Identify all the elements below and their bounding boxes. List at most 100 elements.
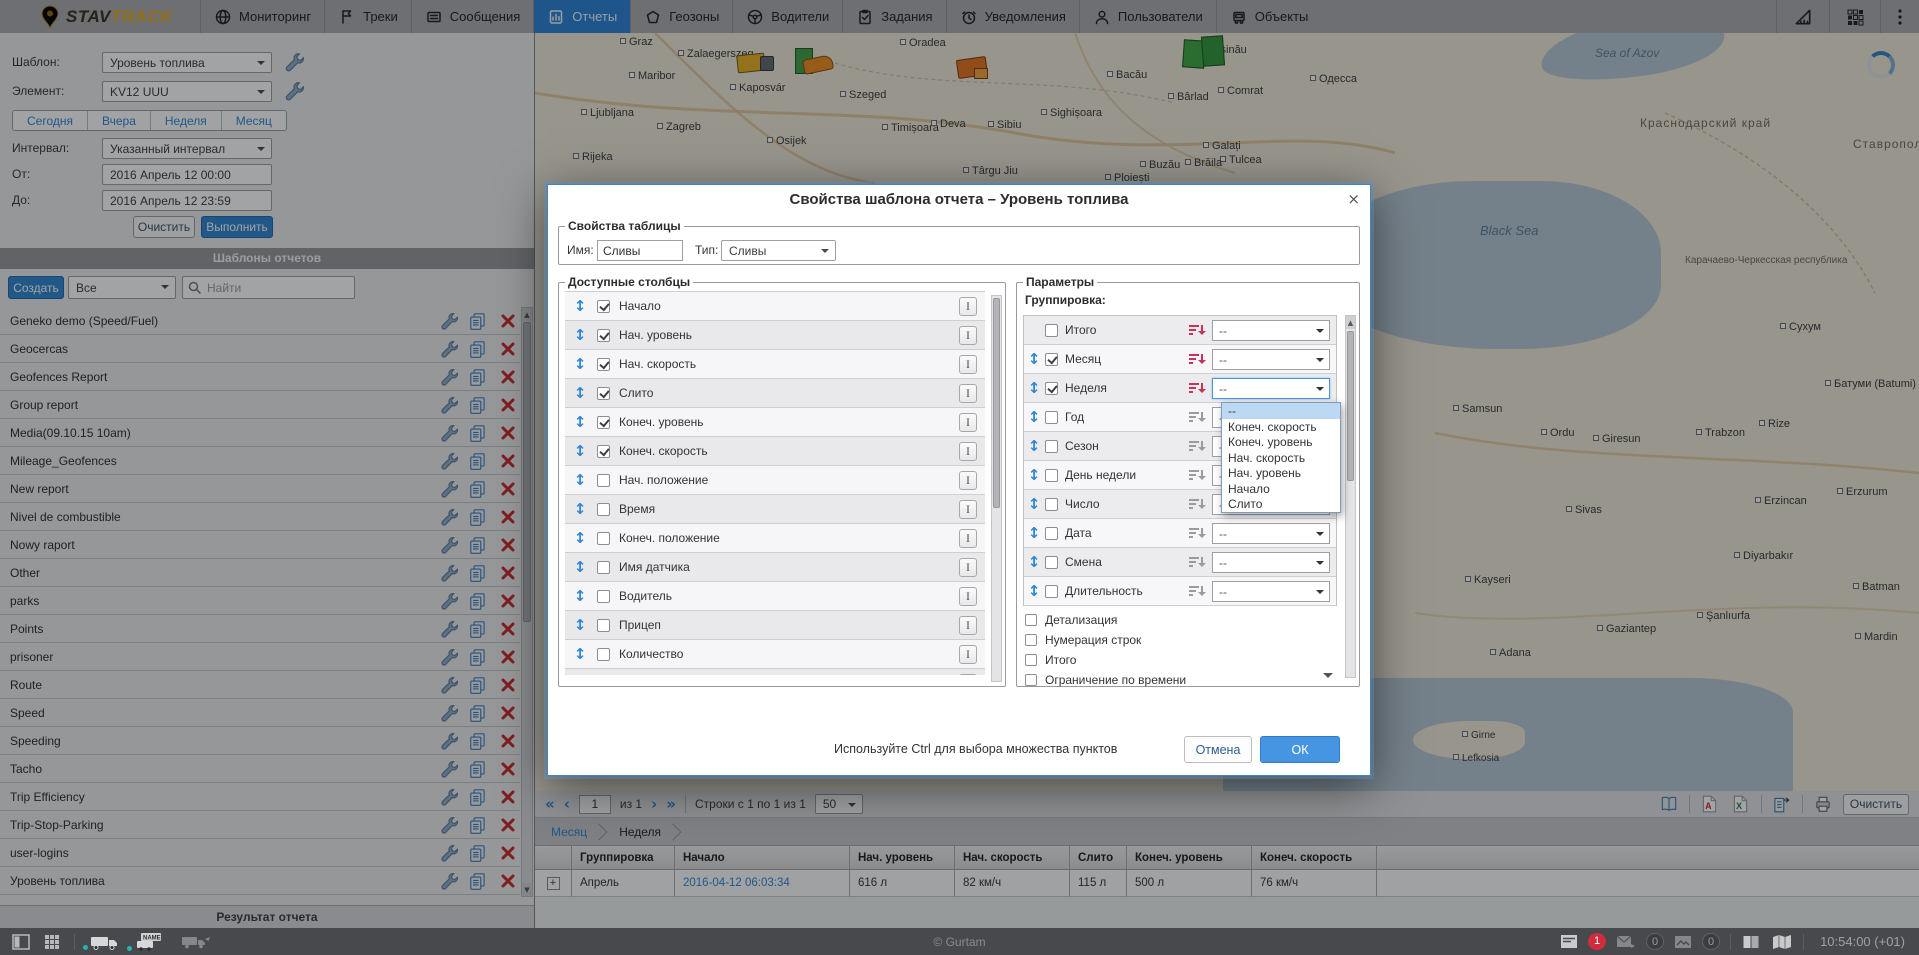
sort-order-icon[interactable] [1189, 324, 1206, 338]
rename-column-button[interactable]: I [959, 355, 977, 374]
column-checkbox[interactable] [597, 300, 610, 313]
move-updown-icon[interactable] [573, 529, 587, 547]
move-updown-icon[interactable] [573, 442, 587, 460]
move-updown-icon[interactable] [1027, 466, 1041, 484]
column-row[interactable]: Слито I [565, 379, 985, 408]
rename-column-button[interactable]: I [959, 442, 977, 461]
move-updown-icon[interactable] [573, 587, 587, 605]
rename-column-button[interactable]: I [959, 413, 977, 432]
grouping-checkbox[interactable] [1045, 411, 1058, 424]
dropdown-option[interactable]: Нач. скорость [1222, 450, 1340, 466]
move-updown-icon[interactable] [1027, 379, 1041, 397]
extra-option-row[interactable]: Ограничение по времени [1025, 671, 1333, 689]
grouping-row[interactable]: Длительность -- [1024, 577, 1336, 606]
column-checkbox[interactable] [597, 503, 610, 516]
sort-order-icon[interactable] [1189, 469, 1206, 483]
map-source-icon[interactable] [1771, 934, 1793, 950]
move-updown-icon[interactable] [573, 500, 587, 518]
move-updown-icon[interactable] [573, 674, 587, 675]
sort-order-icon[interactable] [1189, 498, 1206, 512]
column-row[interactable]: Водитель I [565, 582, 985, 611]
grouping-sort-select[interactable]: -- [1212, 581, 1330, 602]
dropdown-option[interactable]: Начало [1222, 481, 1340, 497]
grouping-checkbox[interactable] [1045, 440, 1058, 453]
move-updown-icon[interactable] [573, 413, 587, 431]
dropdown-option[interactable]: Слито [1222, 496, 1340, 512]
extra-option-row[interactable]: Детализация [1025, 611, 1333, 629]
move-updown-icon[interactable] [1027, 553, 1041, 571]
column-row[interactable]: Конеч. уровень I [565, 408, 985, 437]
grouping-sort-select[interactable]: -- [1212, 523, 1330, 544]
grouping-row[interactable]: Месяц -- [1024, 345, 1336, 374]
column-row[interactable]: Прицеп I [565, 611, 985, 640]
grouping-checkbox[interactable] [1045, 527, 1058, 540]
ok-button[interactable]: ОК [1260, 736, 1340, 763]
rename-column-button[interactable]: I [959, 471, 977, 490]
move-updown-icon[interactable] [573, 616, 587, 634]
column-checkbox[interactable] [597, 329, 610, 342]
column-row[interactable]: Конеч. положение I [565, 524, 985, 553]
driver-messages-icon[interactable] [1616, 935, 1636, 949]
column-checkbox[interactable] [597, 416, 610, 429]
grouping-checkbox[interactable] [1045, 585, 1058, 598]
extra-option-row[interactable]: Итого [1025, 651, 1333, 669]
move-updown-icon[interactable] [1027, 524, 1041, 542]
move-updown-icon[interactable] [573, 326, 587, 344]
rename-column-button[interactable]: I [959, 500, 977, 519]
column-checkbox[interactable] [597, 474, 610, 487]
sort-order-icon[interactable] [1189, 411, 1206, 425]
dropdown-option[interactable]: Конеч. скорость [1222, 419, 1340, 435]
extra-option-checkbox[interactable] [1025, 654, 1037, 666]
column-checkbox[interactable] [597, 648, 610, 661]
grouping-checkbox[interactable] [1045, 382, 1058, 395]
column-checkbox[interactable] [597, 561, 610, 574]
column-checkbox[interactable] [597, 387, 610, 400]
column-row[interactable]: Время I [565, 495, 985, 524]
scroll-up-icon[interactable]: ▲ [1346, 316, 1355, 329]
column-checkbox[interactable] [597, 532, 610, 545]
extra-option-checkbox[interactable] [1025, 634, 1037, 646]
dropdown-option[interactable]: -- [1222, 403, 1340, 419]
move-updown-icon[interactable] [573, 645, 587, 663]
notifications-log-icon[interactable] [1560, 934, 1578, 949]
grouping-row[interactable]: Смена -- [1024, 548, 1336, 577]
table-type-select[interactable]: Сливы [721, 240, 836, 261]
grouping-checkbox[interactable] [1045, 498, 1058, 511]
column-row[interactable]: Счетчик I [565, 669, 985, 675]
more-options-arrow-icon[interactable] [1323, 673, 1333, 683]
grouping-checkbox[interactable] [1045, 353, 1058, 366]
grouping-checkbox[interactable] [1045, 324, 1058, 337]
rename-column-button[interactable]: I [959, 326, 977, 345]
rename-column-button[interactable]: I [959, 384, 977, 403]
sort-order-icon[interactable] [1189, 440, 1206, 454]
grouping-checkbox[interactable] [1045, 556, 1058, 569]
move-updown-icon[interactable] [1027, 408, 1041, 426]
grouping-checkbox[interactable] [1045, 469, 1058, 482]
parameters-scrollbar[interactable]: ▲ [1345, 315, 1356, 678]
move-updown-icon[interactable] [1027, 350, 1041, 368]
extra-option-checkbox[interactable] [1025, 614, 1037, 626]
sort-order-icon[interactable] [1189, 353, 1206, 367]
column-row[interactable]: Нач. положение I [565, 466, 985, 495]
sort-order-icon[interactable] [1189, 382, 1206, 396]
column-row[interactable]: Нач. скорость I [565, 350, 985, 379]
grouping-sort-select[interactable]: -- [1212, 378, 1330, 399]
extra-option-row[interactable]: Нумерация строк [1025, 631, 1333, 649]
column-row[interactable]: Начало I [565, 292, 985, 321]
media-icon[interactable] [1674, 935, 1692, 949]
rename-column-button[interactable]: I [959, 674, 977, 675]
log-book-icon[interactable] [1741, 934, 1761, 950]
rename-column-button[interactable]: I [959, 529, 977, 548]
move-updown-icon[interactable] [1027, 437, 1041, 455]
grouping-sort-select[interactable]: -- [1212, 320, 1330, 341]
rename-column-button[interactable]: I [959, 558, 977, 577]
column-row[interactable]: Имя датчика I [565, 553, 985, 582]
move-updown-icon[interactable] [1027, 495, 1041, 513]
move-updown-icon[interactable] [573, 558, 587, 576]
move-updown-icon[interactable] [573, 355, 587, 373]
close-icon[interactable]: × [1347, 190, 1360, 208]
rename-column-button[interactable]: I [959, 297, 977, 316]
table-name-input[interactable] [597, 240, 683, 261]
sort-order-icon[interactable] [1189, 527, 1206, 541]
column-row[interactable]: Количество I [565, 640, 985, 669]
